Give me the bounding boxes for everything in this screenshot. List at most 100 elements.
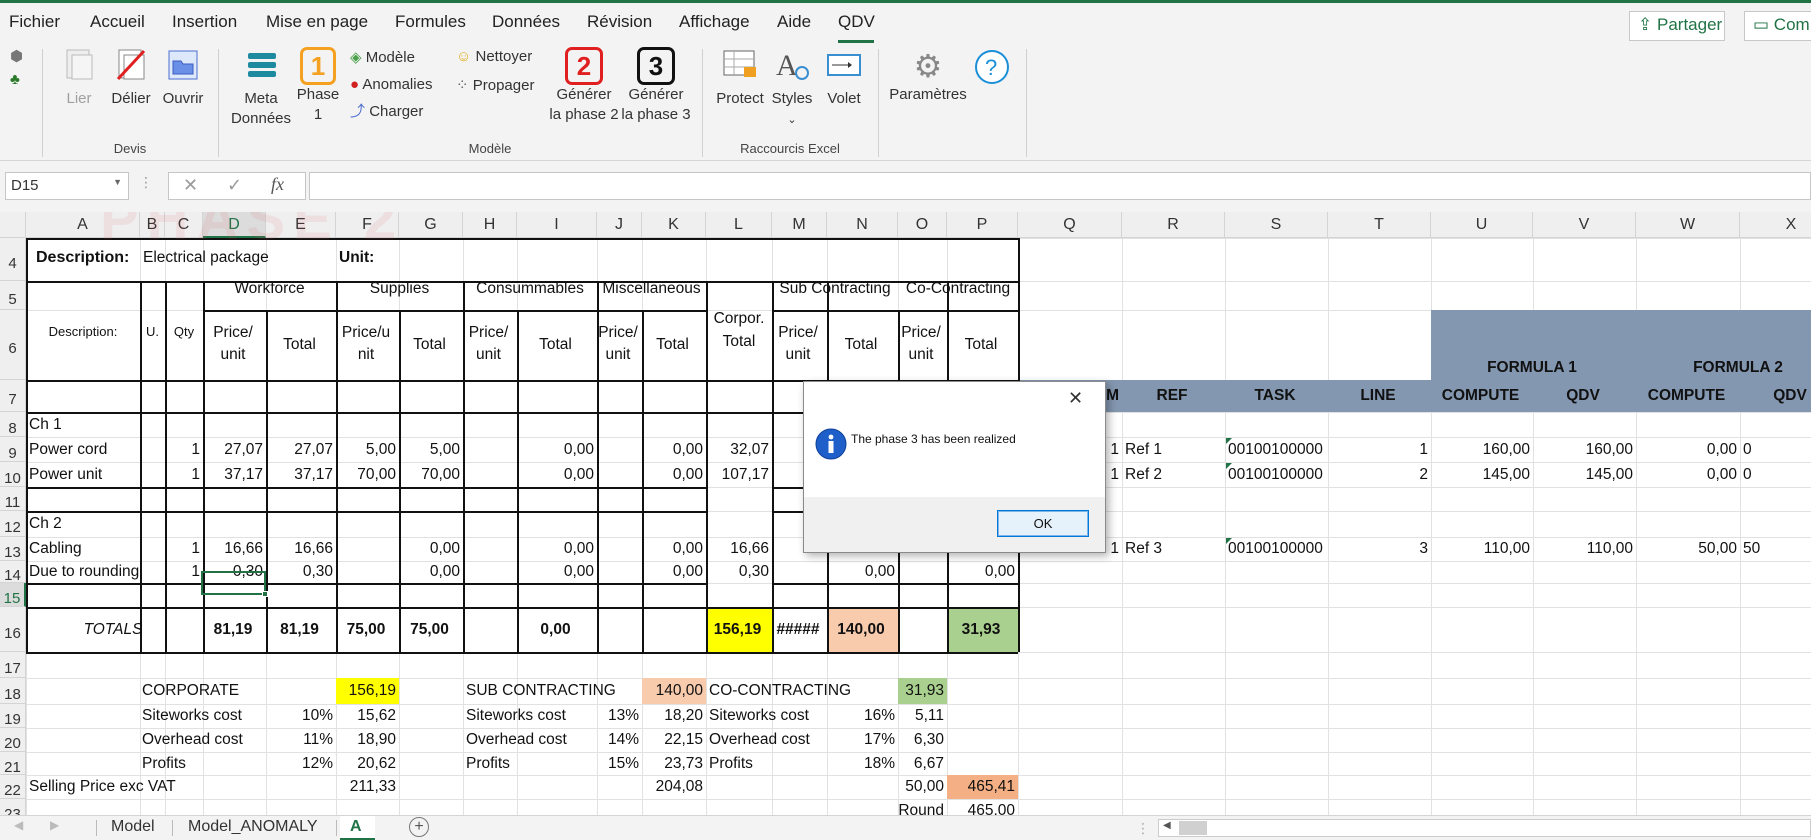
right-ref-10[interactable]: Ref 2 bbox=[1122, 465, 1225, 485]
cell-k21[interactable]: 23,73 bbox=[642, 754, 706, 774]
delier-button[interactable]: Délier bbox=[108, 47, 154, 109]
cell-o22[interactable]: 50,00 bbox=[898, 777, 947, 797]
prev-sheet-icon[interactable]: ◀ bbox=[14, 818, 23, 832]
protect-button[interactable]: Protect bbox=[712, 47, 768, 109]
cell-c13[interactable]: 1 bbox=[165, 539, 203, 559]
row-header-14[interactable]: 14 bbox=[0, 561, 26, 584]
comments-button[interactable]: ▭ Com bbox=[1744, 11, 1811, 41]
tab-affichage[interactable]: Affichage bbox=[679, 12, 750, 32]
horizontal-scrollbar[interactable]: ◀ bbox=[1158, 819, 1811, 837]
tab-fichier[interactable]: Fichier bbox=[9, 12, 60, 32]
row-header-19[interactable]: 19 bbox=[0, 704, 26, 728]
row-header-18[interactable]: 18 bbox=[0, 678, 26, 704]
cell-c14[interactable]: 1 bbox=[165, 562, 203, 582]
formula-input[interactable] bbox=[309, 172, 1811, 200]
price-unit-header-o-line2[interactable]: unit bbox=[898, 345, 947, 365]
tab-donnees[interactable]: Données bbox=[492, 12, 560, 32]
right-header-compute-1[interactable]: COMPUTE bbox=[1431, 386, 1533, 406]
right-task-13[interactable]: 00100100000 bbox=[1225, 539, 1328, 559]
cancel-icon[interactable]: ✕ bbox=[183, 175, 198, 196]
column-header-p[interactable]: P bbox=[947, 212, 1018, 238]
cell-f9[interactable]: 5,00 bbox=[336, 440, 399, 460]
cell-d16[interactable]: 81,19 bbox=[203, 620, 266, 640]
header-corpor-2[interactable]: Total bbox=[706, 332, 772, 352]
cell-b20[interactable]: Overhead cost bbox=[140, 730, 243, 750]
cell-i13[interactable]: 0,00 bbox=[517, 539, 597, 559]
row-header-4[interactable]: 4 bbox=[0, 238, 26, 281]
formula1-header[interactable]: FORMULA 1 bbox=[1431, 358, 1636, 378]
row-header-12[interactable]: 12 bbox=[0, 511, 26, 537]
cell-o19[interactable]: 5,11 bbox=[898, 706, 947, 726]
price-unit-header-d-line1[interactable]: Price/ bbox=[203, 323, 266, 343]
cell-h18[interactable]: SUB CONTRACTING bbox=[463, 681, 616, 701]
cell-c10[interactable]: 1 bbox=[165, 465, 203, 485]
column-header-v[interactable]: V bbox=[1533, 212, 1636, 238]
cell-k20[interactable]: 22,15 bbox=[642, 730, 706, 750]
cell-a22[interactable]: Selling Price exc VAT bbox=[26, 777, 176, 797]
row-header-8[interactable]: 8 bbox=[0, 412, 26, 437]
column-header-b[interactable]: B bbox=[140, 212, 165, 238]
header-workforce[interactable]: Workforce bbox=[203, 279, 336, 299]
total-header-p[interactable]: Total bbox=[947, 335, 1018, 355]
header-co-contracting[interactable]: Co-Contracting bbox=[898, 279, 1018, 299]
price-unit-header-d-line2[interactable]: unit bbox=[203, 345, 266, 365]
total-header-n[interactable]: Total bbox=[827, 335, 898, 355]
header-supplies[interactable]: Supplies bbox=[336, 279, 463, 299]
header-consumables[interactable]: Consummables bbox=[463, 279, 597, 299]
cell-j20[interactable]: 14% bbox=[597, 730, 642, 750]
right-compute1-13[interactable]: 110,00 bbox=[1431, 539, 1533, 559]
tab-split-handle[interactable]: ⋮ bbox=[1136, 820, 1150, 837]
right-header-compute-2[interactable]: COMPUTE bbox=[1636, 386, 1740, 406]
anomalies-button[interactable]: ● Anomalies bbox=[350, 76, 432, 93]
total-header-i[interactable]: Total bbox=[517, 335, 597, 355]
row-header-6[interactable]: 6 bbox=[0, 310, 26, 380]
price-unit-header-o-line1[interactable]: Price/ bbox=[898, 323, 947, 343]
tab-revision[interactable]: Révision bbox=[587, 12, 652, 32]
price-unit-header-h-line1[interactable]: Price/ bbox=[463, 323, 517, 343]
total-header-k[interactable]: Total bbox=[642, 335, 706, 355]
drag-handle-icon[interactable]: ⋮ bbox=[139, 174, 153, 191]
right-line-9[interactable]: 1 bbox=[1328, 440, 1431, 460]
fill-handle[interactable] bbox=[262, 591, 268, 597]
row-header-23[interactable]: 23 bbox=[0, 799, 26, 815]
right-line-13[interactable]: 3 bbox=[1328, 539, 1431, 559]
cell-e10[interactable]: 37,17 bbox=[266, 465, 336, 485]
cell-a12[interactable]: Ch 2 bbox=[26, 514, 140, 534]
cell-l9[interactable]: 32,07 bbox=[706, 440, 772, 460]
chevron-down-icon[interactable]: ▼ bbox=[113, 177, 122, 187]
ok-button[interactable]: OK bbox=[997, 510, 1089, 537]
right-qdv1-10[interactable]: 145,00 bbox=[1533, 465, 1636, 485]
cell-k9[interactable]: 0,00 bbox=[642, 440, 706, 460]
right-ref-9[interactable]: Ref 1 bbox=[1122, 440, 1225, 460]
column-header-w[interactable]: W bbox=[1636, 212, 1740, 238]
cell-p14[interactable]: 0,00 bbox=[947, 562, 1018, 582]
column-header-a[interactable]: A bbox=[26, 212, 140, 238]
column-header-k[interactable]: K bbox=[642, 212, 706, 238]
cell-g9[interactable]: 5,00 bbox=[399, 440, 463, 460]
right-compute2-13[interactable]: 50,00 bbox=[1636, 539, 1740, 559]
column-header-h[interactable]: H bbox=[463, 212, 517, 238]
column-header-i[interactable]: I bbox=[517, 212, 597, 238]
generer-phase3-button[interactable]: 3 Générer la phase 3 bbox=[620, 47, 692, 125]
cell-p16[interactable]: 31,93 bbox=[947, 620, 1018, 640]
column-header-n[interactable]: N bbox=[827, 212, 898, 238]
row-header-15[interactable]: 15 bbox=[0, 583, 26, 607]
lier-button[interactable]: Lier bbox=[58, 47, 100, 109]
sheet-tab-a[interactable]: A bbox=[340, 816, 375, 840]
scrollbar-thumb[interactable] bbox=[1179, 821, 1207, 835]
cell-g14[interactable]: 0,00 bbox=[399, 562, 463, 582]
propager-button[interactable]: ⁘ Propager bbox=[456, 76, 534, 94]
cell-k14[interactable]: 0,00 bbox=[642, 562, 706, 582]
row-header-11[interactable]: 11 bbox=[0, 487, 26, 511]
cell-l14[interactable]: 0,30 bbox=[706, 562, 772, 582]
cell-n20[interactable]: 17% bbox=[827, 730, 898, 750]
row-header-21[interactable]: 21 bbox=[0, 752, 26, 776]
charger-button[interactable]: ⤴ Charger bbox=[350, 100, 423, 121]
tab-qdv[interactable]: QDV bbox=[838, 12, 875, 32]
nettoyer-button[interactable]: ☺ Nettoyer bbox=[456, 48, 532, 65]
column-header-r[interactable]: R bbox=[1122, 212, 1225, 238]
right-qdv2-9[interactable]: 0 bbox=[1740, 440, 1811, 460]
cell-g16[interactable]: 75,00 bbox=[399, 620, 463, 640]
right-header-line[interactable]: LINE bbox=[1328, 386, 1431, 406]
cube-icon[interactable]: ⬢ bbox=[10, 47, 23, 65]
